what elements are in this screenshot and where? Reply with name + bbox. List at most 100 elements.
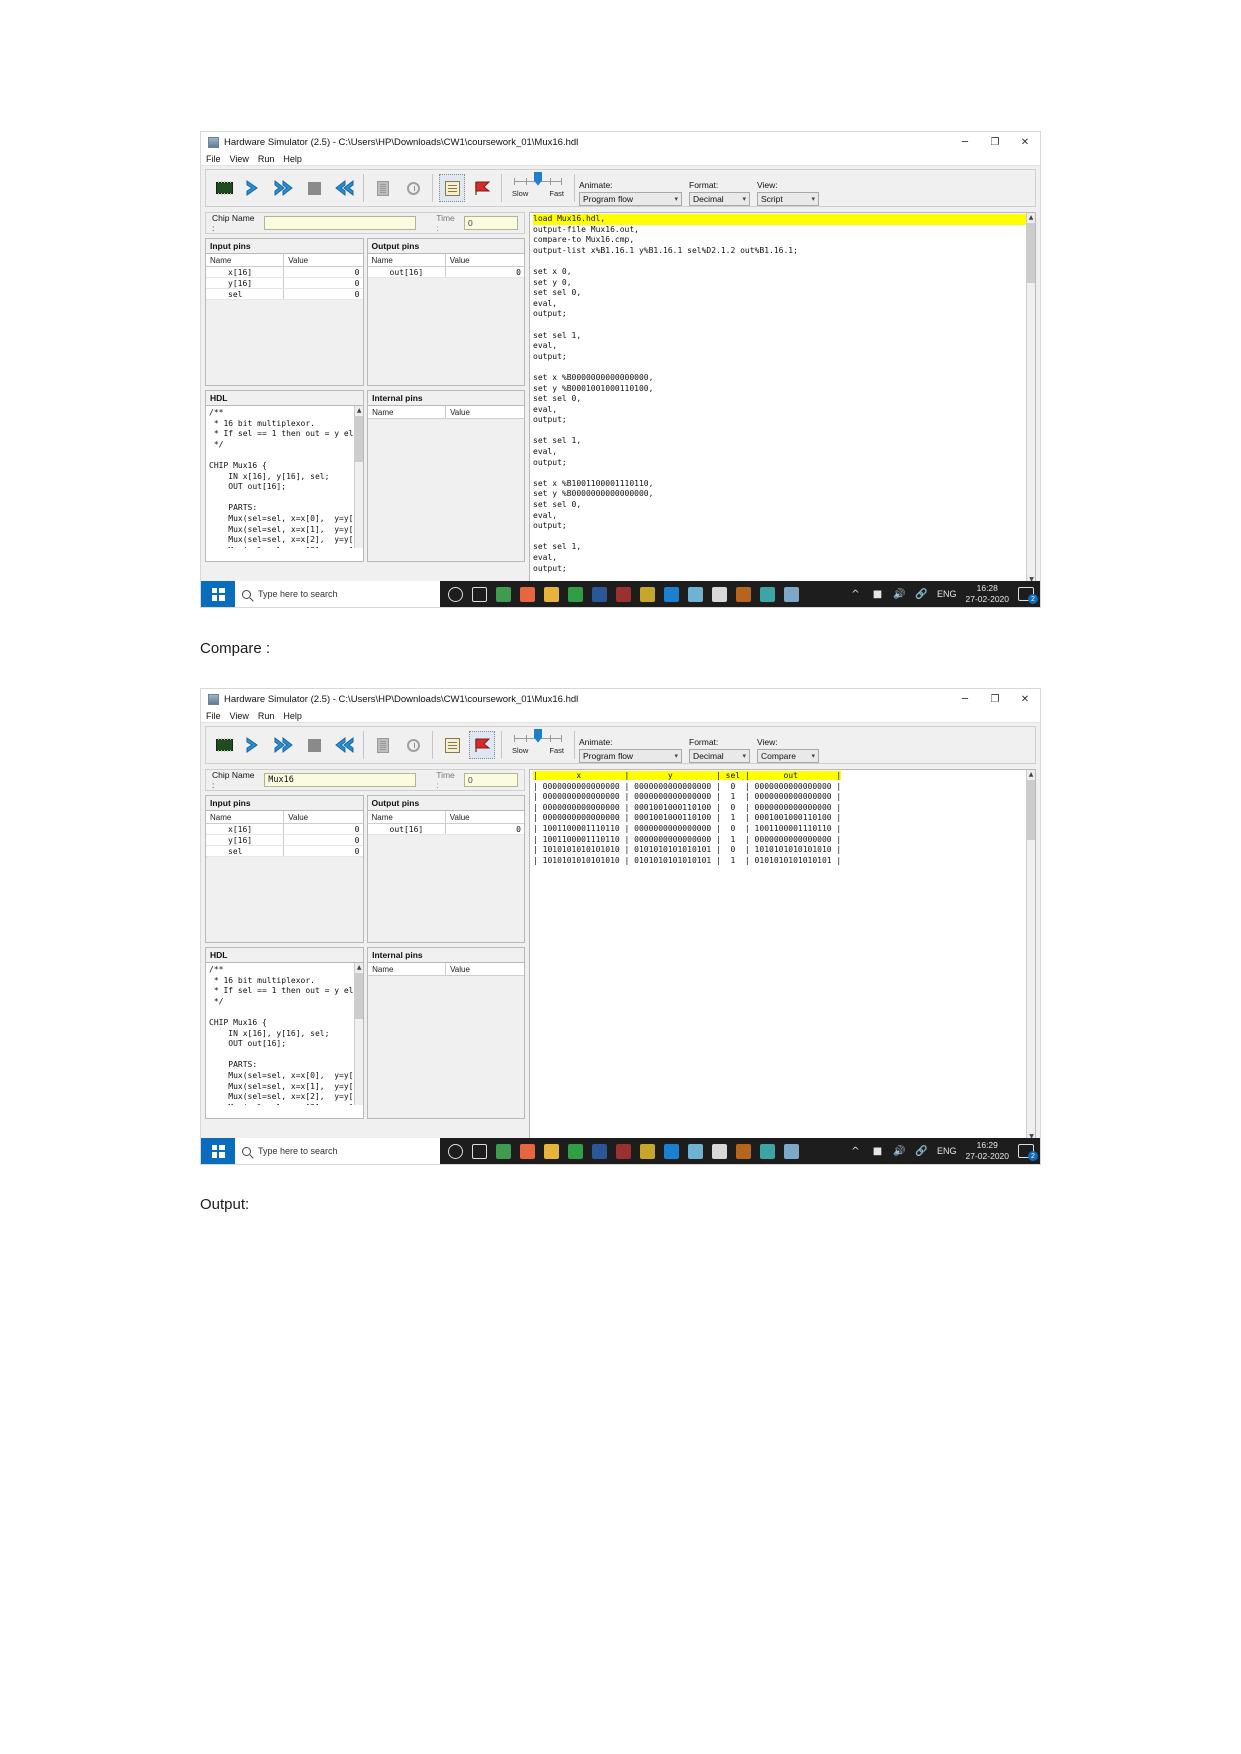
format-dropdown[interactable]: Decimal ▾ [689, 749, 750, 763]
run-icon[interactable] [271, 731, 297, 759]
start-button[interactable] [201, 1138, 235, 1164]
start-button[interactable] [201, 581, 235, 607]
menu-file[interactable]: File [206, 711, 221, 721]
notifications-icon[interactable]: 2 [1018, 587, 1038, 604]
task-view-icon[interactable] [472, 1143, 487, 1159]
photos-icon[interactable] [688, 586, 703, 602]
cortana-icon[interactable] [448, 1143, 463, 1159]
scroll-up-icon[interactable]: ▲ [355, 963, 364, 972]
clock-icon[interactable] [400, 731, 426, 759]
hdl-code-area[interactable]: /** * 16 bit multiplexor. * If sel == 1 … [206, 963, 364, 1105]
network-icon[interactable]: 🔗 [915, 1145, 928, 1158]
taskbar-icons[interactable] [448, 1143, 799, 1159]
menu-help[interactable]: Help [283, 711, 302, 721]
menu-help[interactable]: Help [283, 154, 302, 164]
cortana-icon[interactable] [448, 586, 463, 602]
compare-scrollbar[interactable]: ▲ ▼ [1026, 770, 1035, 1141]
tool-icon[interactable] [784, 586, 799, 602]
menu-view[interactable]: View [230, 154, 249, 164]
scroll-up-icon[interactable]: ▲ [1027, 213, 1035, 222]
animate-dropdown[interactable]: Program flow ▾ [579, 749, 682, 763]
menu-view[interactable]: View [230, 711, 249, 721]
settings-icon[interactable] [736, 1143, 751, 1159]
chip-name-input[interactable] [264, 216, 417, 230]
battery-icon[interactable]: ■ [871, 1145, 884, 1158]
search-input[interactable]: Type here to search [235, 581, 440, 607]
stop-icon[interactable] [301, 174, 327, 202]
search-input[interactable]: Type here to search [235, 1138, 440, 1164]
show-script-icon[interactable] [439, 731, 465, 759]
breakpoint-icon[interactable] [469, 731, 495, 759]
system-tray[interactable]: ^ ■ 🔊 🔗 ENG 16:28 27-02-2020 2 [849, 583, 1040, 605]
single-step-icon[interactable] [241, 174, 267, 202]
browser-globe-icon[interactable] [568, 586, 583, 602]
maximize-button[interactable]: ❐ [980, 689, 1010, 709]
taskbar[interactable]: Type here to search ^ [201, 1138, 1040, 1164]
network-icon[interactable]: 🔗 [915, 588, 928, 601]
file-explorer-icon[interactable] [544, 1143, 559, 1159]
word-icon[interactable] [592, 1143, 607, 1159]
view-dropdown[interactable]: Script ▾ [757, 192, 819, 206]
chrome-icon[interactable] [496, 586, 511, 602]
scroll-up-icon[interactable]: ▲ [1027, 770, 1035, 779]
chevron-up-icon[interactable]: ^ [849, 1145, 862, 1158]
pin-value[interactable]: 0 [284, 278, 362, 288]
speed-slider[interactable]: Slow Fast [512, 728, 564, 762]
firefox-icon[interactable] [520, 586, 535, 602]
chevron-up-icon[interactable]: ^ [849, 588, 862, 601]
battery-icon[interactable]: ■ [871, 588, 884, 601]
single-step-icon[interactable] [241, 731, 267, 759]
video-editor-icon[interactable] [616, 1143, 631, 1159]
minimize-button[interactable]: ─ [950, 689, 980, 709]
file-explorer-icon[interactable] [544, 586, 559, 602]
taskbar[interactable]: Type here to search ^ [201, 581, 1040, 607]
scroll-thumb[interactable] [355, 973, 364, 1019]
language-indicator[interactable]: ENG [937, 589, 957, 599]
rewind-icon[interactable] [331, 174, 357, 202]
edge-icon[interactable] [664, 1143, 679, 1159]
firefox-icon[interactable] [520, 1143, 535, 1159]
photos-icon[interactable] [688, 1143, 703, 1159]
format-dropdown[interactable]: Decimal ▾ [689, 192, 750, 206]
mail-icon[interactable] [760, 586, 775, 602]
table-row[interactable]: y[16] 0 [206, 278, 363, 289]
task-view-icon[interactable] [472, 586, 487, 602]
scroll-thumb[interactable] [1027, 223, 1035, 283]
close-button[interactable]: ✕ [1010, 689, 1040, 709]
tool-icon[interactable] [784, 1143, 799, 1159]
java-icon[interactable] [712, 1143, 727, 1159]
clock-icon[interactable] [400, 174, 426, 202]
settings-icon[interactable] [736, 586, 751, 602]
table-row[interactable]: out[16] 0 [367, 824, 524, 835]
pin-value[interactable]: 0 [284, 824, 362, 834]
table-row[interactable]: x[16] 0 [206, 824, 363, 835]
mail-icon[interactable] [760, 1143, 775, 1159]
animate-dropdown[interactable]: Program flow ▾ [579, 192, 682, 206]
load-chip-icon[interactable] [211, 174, 237, 202]
taskbar-icons[interactable] [448, 586, 799, 602]
script-file-icon[interactable] [370, 731, 396, 759]
hdl-scrollbar[interactable]: ▲ [354, 963, 364, 1105]
table-row[interactable]: out[16] 0 [367, 267, 524, 278]
word-icon[interactable] [592, 586, 607, 602]
table-row[interactable]: y[16] 0 [206, 835, 363, 846]
hdl-code-area[interactable]: /** * 16 bit multiplexor. * If sel == 1 … [206, 406, 364, 548]
hardware-simulator-window-1[interactable]: Hardware Simulator (2.5) - C:\Users\HP\D… [200, 131, 1041, 608]
menu-file[interactable]: File [206, 154, 221, 164]
toolbar[interactable]: Slow Fast Animate: Program flow ▾ Format… [205, 169, 1036, 207]
video-editor-icon[interactable] [616, 586, 631, 602]
table-row[interactable]: x[16] 0 [206, 267, 363, 278]
pin-value[interactable]: 0 [284, 267, 362, 277]
chip-name-input[interactable]: Mux16 [264, 773, 417, 787]
maximize-button[interactable]: ❐ [980, 132, 1010, 152]
edge-icon[interactable] [664, 586, 679, 602]
rewind-icon[interactable] [331, 731, 357, 759]
speed-slider[interactable]: Slow Fast [512, 171, 564, 205]
hardware-simulator-window-2[interactable]: Hardware Simulator (2.5) - C:\Users\HP\D… [200, 688, 1041, 1165]
minimize-button[interactable]: ─ [950, 132, 980, 152]
table-row[interactable]: sel 0 [206, 846, 363, 857]
sublime-icon[interactable] [640, 1143, 655, 1159]
script-pane[interactable]: load Mux16.hdl, output-file Mux16.out, co… [529, 212, 1036, 585]
table-row[interactable]: sel 0 [206, 289, 363, 300]
toolbar[interactable]: Slow Fast Animate: Program flow ▾ Format… [205, 726, 1036, 764]
